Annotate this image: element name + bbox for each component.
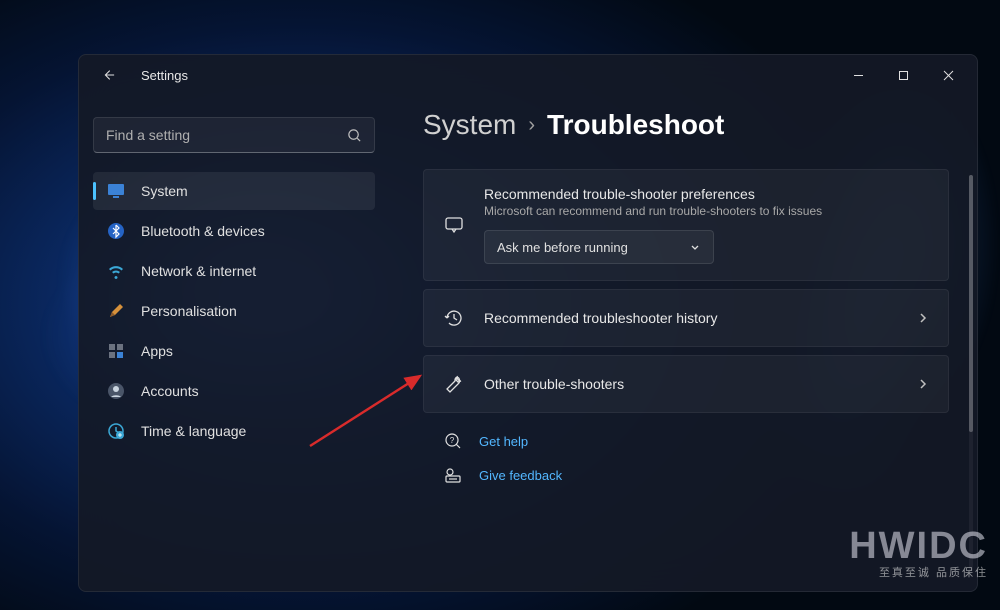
main-content: System › Troubleshoot Recommended troubl… bbox=[389, 95, 977, 591]
close-icon bbox=[943, 70, 954, 81]
sidebar-item-bluetooth[interactable]: Bluetooth & devices bbox=[93, 212, 375, 250]
account-icon bbox=[105, 380, 127, 402]
search-input[interactable] bbox=[106, 127, 347, 143]
sidebar-item-system[interactable]: System bbox=[93, 172, 375, 210]
wifi-icon bbox=[105, 260, 127, 282]
bluetooth-icon bbox=[105, 220, 127, 242]
chevron-right-icon bbox=[916, 377, 930, 391]
get-help-link[interactable]: ? Get help bbox=[443, 431, 949, 451]
footer-links: ? Get help Give feedback bbox=[423, 431, 949, 485]
card-title: Other trouble-shooters bbox=[484, 376, 898, 392]
card-title: Recommended trouble-shooter preferences bbox=[484, 186, 930, 202]
svg-text:?: ? bbox=[450, 436, 455, 445]
feedback-icon bbox=[443, 465, 463, 485]
maximize-icon bbox=[898, 70, 909, 81]
link-label: Get help bbox=[479, 434, 528, 449]
sidebar-item-time[interactable]: Time & language bbox=[93, 412, 375, 450]
chat-icon bbox=[442, 213, 466, 237]
sidebar-item-label: Time & language bbox=[141, 423, 246, 439]
sidebar-item-label: Accounts bbox=[141, 383, 199, 399]
card-body: Recommended troubleshooter history bbox=[484, 310, 898, 326]
minimize-icon bbox=[853, 70, 864, 81]
history-icon bbox=[442, 306, 466, 330]
sidebar-item-label: Network & internet bbox=[141, 263, 256, 279]
window-title: Settings bbox=[141, 68, 188, 83]
close-button[interactable] bbox=[926, 60, 971, 90]
sidebar-item-label: System bbox=[141, 183, 188, 199]
window-body: System Bluetooth & devices Network & int… bbox=[79, 95, 977, 591]
preferences-dropdown[interactable]: Ask me before running bbox=[484, 230, 714, 264]
brush-icon bbox=[105, 300, 127, 322]
scrollbar-thumb[interactable] bbox=[969, 175, 973, 432]
card-body: Recommended trouble-shooter preferences … bbox=[484, 186, 930, 264]
titlebar: Settings bbox=[79, 55, 977, 95]
card-troubleshooter-preferences: Recommended trouble-shooter preferences … bbox=[423, 169, 949, 281]
arrow-left-icon bbox=[101, 68, 115, 82]
monitor-icon bbox=[105, 180, 127, 202]
window-controls bbox=[836, 60, 971, 90]
card-other-troubleshooters[interactable]: Other trouble-shooters bbox=[423, 355, 949, 413]
breadcrumb: System › Troubleshoot bbox=[423, 109, 949, 141]
sidebar: System Bluetooth & devices Network & int… bbox=[79, 95, 389, 591]
search-icon bbox=[347, 128, 362, 143]
breadcrumb-parent[interactable]: System bbox=[423, 109, 516, 141]
scrollbar[interactable] bbox=[969, 175, 973, 571]
sidebar-item-personalisation[interactable]: Personalisation bbox=[93, 292, 375, 330]
give-feedback-link[interactable]: Give feedback bbox=[443, 465, 949, 485]
sidebar-item-network[interactable]: Network & internet bbox=[93, 252, 375, 290]
sidebar-item-accounts[interactable]: Accounts bbox=[93, 372, 375, 410]
card-troubleshooter-history[interactable]: Recommended troubleshooter history bbox=[423, 289, 949, 347]
back-button[interactable] bbox=[93, 60, 123, 90]
settings-window: Settings System bbox=[78, 54, 978, 592]
sidebar-item-label: Bluetooth & devices bbox=[141, 223, 265, 239]
sidebar-item-label: Personalisation bbox=[141, 303, 237, 319]
chevron-down-icon bbox=[689, 241, 701, 253]
sidebar-item-apps[interactable]: Apps bbox=[93, 332, 375, 370]
dropdown-value: Ask me before running bbox=[497, 240, 689, 255]
card-subtitle: Microsoft can recommend and run trouble-… bbox=[484, 204, 930, 218]
help-icon: ? bbox=[443, 431, 463, 451]
chevron-right-icon bbox=[916, 311, 930, 325]
wrench-icon bbox=[442, 372, 466, 396]
minimize-button[interactable] bbox=[836, 60, 881, 90]
maximize-button[interactable] bbox=[881, 60, 926, 90]
card-title: Recommended troubleshooter history bbox=[484, 310, 898, 326]
breadcrumb-current: Troubleshoot bbox=[547, 109, 724, 141]
sidebar-item-label: Apps bbox=[141, 343, 173, 359]
apps-icon bbox=[105, 340, 127, 362]
card-body: Other trouble-shooters bbox=[484, 376, 898, 392]
time-language-icon bbox=[105, 420, 127, 442]
link-label: Give feedback bbox=[479, 468, 562, 483]
chevron-right-icon: › bbox=[528, 114, 535, 137]
search-box[interactable] bbox=[93, 117, 375, 153]
